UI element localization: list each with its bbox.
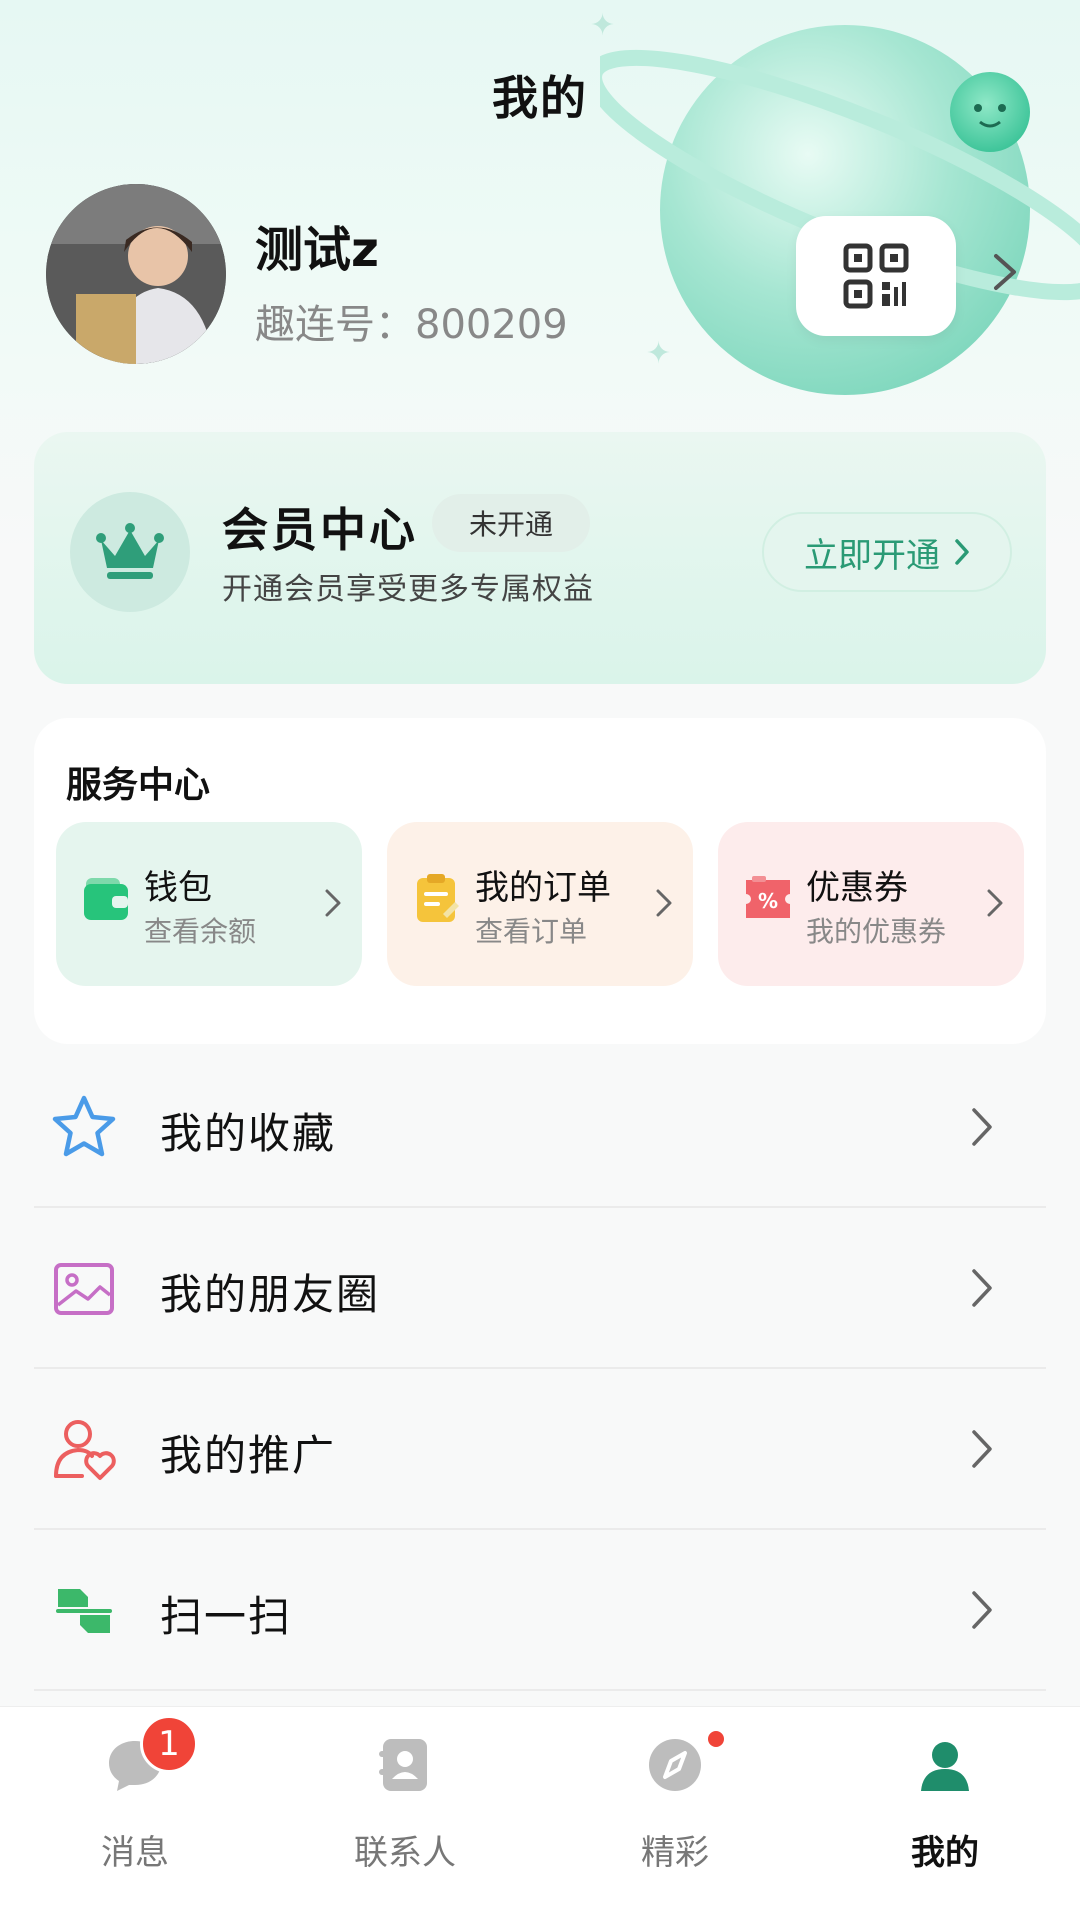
menu-item-moments[interactable]: 我的朋友圈 (34, 1207, 1046, 1367)
chevron-right-icon (656, 889, 672, 917)
profile-id: 趣连号：800209 (255, 292, 568, 350)
moments-icon (54, 1263, 114, 1315)
menu-item-promotion[interactable]: 我的推广 (34, 1368, 1046, 1528)
promotion-icon (54, 1420, 116, 1480)
unread-badge: 1 (140, 1715, 198, 1773)
tab-label: 我的 (911, 1833, 979, 1873)
tab-label: 消息 (101, 1833, 169, 1873)
chevron-right-icon (987, 889, 1003, 917)
member-title: 会员中心 (222, 503, 418, 557)
bottom-tab-bar: 1 消息 联系人 精彩 我的 (0, 1706, 1080, 1921)
menu-item-label: 我的推广 (160, 1431, 337, 1480)
qr-code-button[interactable] (796, 216, 956, 336)
avatar[interactable] (46, 184, 226, 364)
tab-messages[interactable]: 1 消息 (0, 1707, 270, 1921)
compass-icon (649, 1739, 701, 1791)
tab-label: 精彩 (641, 1833, 709, 1873)
contacts-icon (379, 1739, 427, 1791)
svg-text:%: % (758, 889, 778, 913)
menu-item-favorites[interactable]: 我的收藏 (34, 1046, 1046, 1206)
scan-icon (56, 1589, 112, 1633)
sparkle-decoration: ✦ (590, 8, 616, 43)
profile-name: 测试z (255, 222, 379, 278)
tab-contacts[interactable]: 联系人 (270, 1707, 540, 1921)
open-membership-button[interactable]: 立即开通 (762, 512, 1012, 592)
chevron-right-icon (325, 889, 341, 917)
chevron-right-icon (972, 1591, 992, 1629)
wallet-icon (84, 878, 128, 920)
crown-icon (70, 492, 190, 612)
chevron-right-icon (972, 1108, 992, 1146)
service-center-card: 服务中心 钱包 查看余额 我的订单 查看订单 % 优惠券 我的优惠券 (34, 718, 1046, 1044)
tab-me[interactable]: 我的 (810, 1707, 1080, 1921)
menu-item-label: 扫一扫 (160, 1592, 293, 1641)
service-subtitle: 我的优惠券 (806, 915, 947, 948)
person-icon (921, 1742, 969, 1791)
profile-chevron-icon[interactable] (990, 250, 1020, 294)
service-title: 我的订单 (475, 868, 611, 908)
star-icon (52, 1095, 116, 1157)
divider (34, 1689, 1046, 1691)
profile-id-value: 800209 (415, 302, 568, 348)
chevron-right-icon (972, 1269, 992, 1307)
member-status-badge: 未开通 (432, 494, 590, 552)
service-coupons[interactable]: % 优惠券 我的优惠券 (718, 822, 1024, 986)
new-content-dot (708, 1731, 724, 1747)
page-title: 我的 (492, 71, 588, 125)
order-icon (417, 874, 459, 922)
tab-discover[interactable]: 精彩 (540, 1707, 810, 1921)
coupon-icon: % (746, 876, 790, 918)
menu-item-label: 我的收藏 (160, 1109, 337, 1158)
chevron-right-icon (972, 1430, 992, 1468)
profile-id-label: 趣连号： (255, 302, 415, 348)
service-subtitle: 查看余额 (144, 915, 257, 948)
service-subtitle: 查看订单 (475, 915, 588, 948)
service-orders[interactable]: 我的订单 查看订单 (387, 822, 693, 986)
member-center-card[interactable]: 会员中心 未开通 开通会员享受更多专属权益 立即开通 (34, 432, 1046, 684)
service-title: 钱包 (144, 868, 212, 908)
open-membership-label: 立即开通 (804, 535, 940, 576)
service-wallet[interactable]: 钱包 查看余额 (56, 822, 362, 986)
service-title: 优惠券 (806, 868, 908, 908)
tab-label: 联系人 (354, 1833, 456, 1873)
qr-code-icon (843, 243, 909, 309)
menu-item-label: 我的朋友圈 (160, 1270, 381, 1319)
menu-item-scan[interactable]: 扫一扫 (34, 1529, 1046, 1689)
member-subtitle: 开通会员享受更多专属权益 (222, 572, 594, 607)
service-center-title: 服务中心 (66, 765, 211, 806)
chevron-right-icon (955, 539, 969, 565)
sparkle-decoration: ✦ (646, 336, 672, 371)
